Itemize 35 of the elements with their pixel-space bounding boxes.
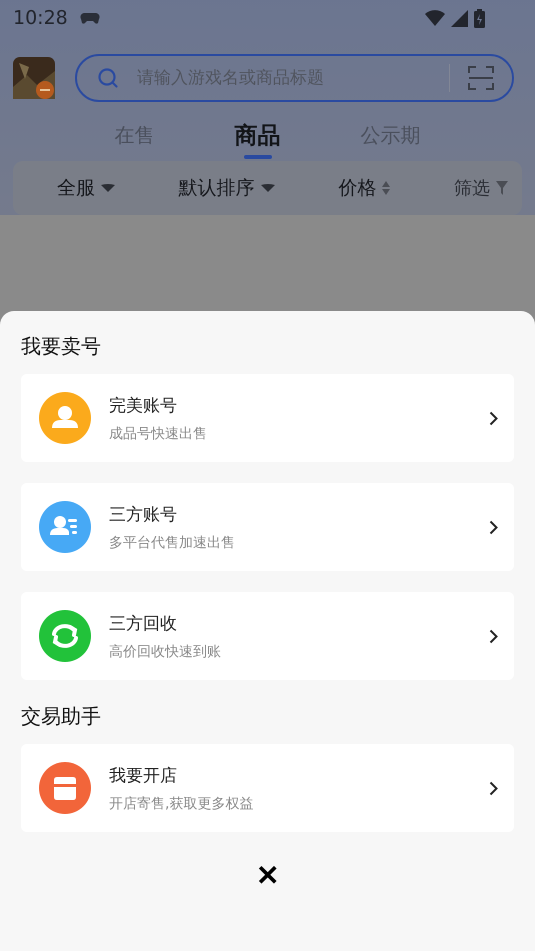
chevron-icon (489, 410, 498, 426)
wifi-icon (425, 10, 445, 26)
card-subtitle: 高价回收快速到账 (109, 642, 222, 660)
filter-button[interactable]: 全服 (57, 175, 115, 201)
card-subtitle: 开店寄售,获取更多权益 (109, 794, 254, 812)
card-subtitle: 成品号快速出售 (109, 424, 208, 442)
chevron-icon (489, 628, 498, 644)
chevron-icon (489, 520, 498, 534)
status-time: 10:28 (13, 7, 68, 29)
menu-card[interactable]: 三方回收 高价回收快速到账 (21, 592, 514, 680)
close-button[interactable]: ✕ (248, 859, 287, 892)
filter-button[interactable]: 筛选 (454, 176, 508, 200)
filter-button[interactable]: 默认排序 (178, 175, 275, 201)
chevron-icon (489, 780, 498, 796)
card-title: 三方账号 (109, 504, 178, 526)
menu-card[interactable]: 我要开店 开店寄售,获取更多权益 (21, 744, 514, 832)
section-title: 交易助手 (21, 703, 102, 730)
signal-icon (451, 10, 468, 26)
battery-icon (474, 8, 485, 28)
section-title: 我要卖号 (21, 333, 102, 360)
gamepad-icon (80, 11, 100, 25)
caret-icon (260, 184, 275, 192)
filter-icon (496, 181, 508, 195)
card-subtitle: 多平台代售加速出售 (109, 534, 236, 552)
scan-icon[interactable] (468, 65, 494, 91)
menu-card[interactable]: 三方账号 多平台代售加速出售 (21, 483, 514, 571)
card-title: 三方回收 (109, 612, 178, 634)
filter-button[interactable]: 价格 (338, 175, 390, 201)
search-icon (97, 67, 119, 89)
card-title: 我要开店 (109, 764, 178, 786)
menu-card[interactable]: 完美账号 成品号快速出售 (21, 374, 514, 462)
caret-icon (101, 184, 115, 192)
sort-icon (382, 181, 390, 195)
card-title: 完美账号 (109, 394, 178, 416)
tab[interactable]: 商品 (216, 116, 298, 161)
